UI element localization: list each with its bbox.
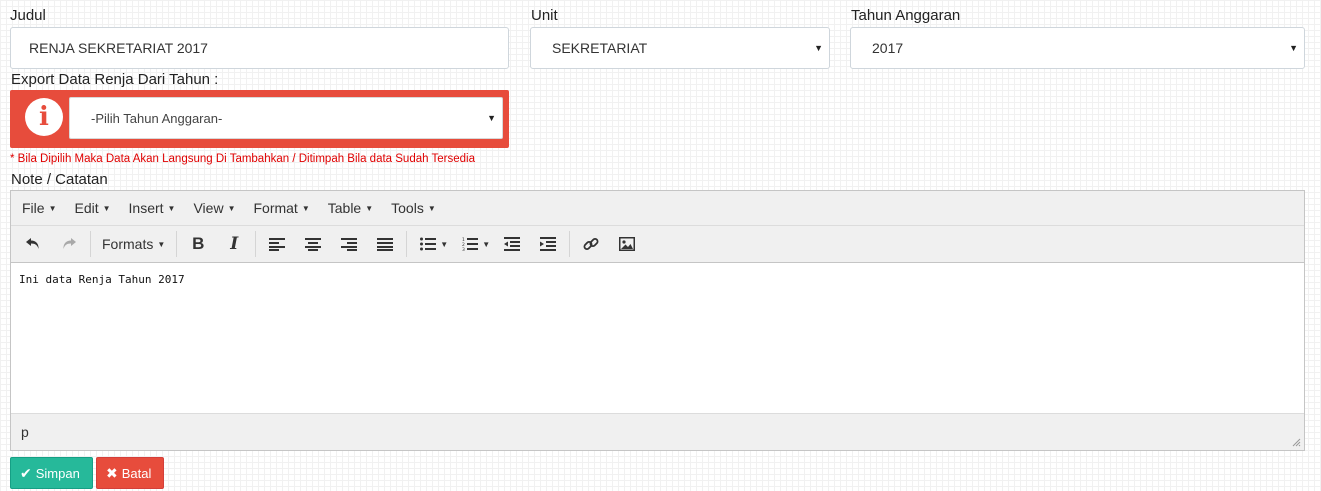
caret-down-icon: ▼ — [814, 43, 823, 53]
menu-edit[interactable]: Edit ▼ — [65, 200, 119, 216]
undo-icon — [26, 238, 39, 249]
caret-down-icon: ▼ — [48, 203, 57, 213]
note-label: Note / Catatan — [11, 171, 108, 188]
formats-dropdown[interactable]: Formats ▼ — [94, 230, 173, 258]
cancel-label: Batal — [121, 465, 152, 481]
rich-text-editor: File ▼ Edit ▼ Insert ▼ View ▼ Format ▼ Table ▼… — [10, 190, 1305, 451]
menu-view[interactable]: View ▼ — [184, 200, 244, 216]
caret-down-icon[interactable]: ▼ — [482, 240, 490, 249]
judul-value: RENJA SEKRETARIAT 2017 — [29, 40, 208, 56]
tahun-select[interactable]: 2017 ▼ — [850, 27, 1305, 69]
save-button[interactable]: ✔ Simpan — [10, 457, 93, 489]
resize-handle-icon[interactable] — [1291, 437, 1301, 447]
editor-text: Ini data Renja Tahun 2017 — [19, 273, 185, 286]
caret-down-icon[interactable]: ▼ — [440, 240, 448, 249]
toolbar-divider — [90, 231, 91, 257]
cancel-button[interactable]: ✖ Batal — [96, 457, 164, 489]
menu-file[interactable]: File ▼ — [13, 200, 65, 216]
undo-button[interactable] — [15, 230, 51, 258]
toolbar-divider — [255, 231, 257, 257]
caret-down-icon: ▼ — [167, 203, 176, 213]
editor-content[interactable]: Ini data Renja Tahun 2017 — [11, 263, 1304, 413]
editor-statusbar: p — [11, 413, 1304, 450]
caret-down-icon: ▼ — [365, 203, 374, 213]
caret-down-icon: ▼ — [427, 203, 436, 213]
menu-table[interactable]: Table ▼ — [319, 200, 382, 216]
export-label: Export Data Renja Dari Tahun : — [11, 71, 219, 88]
numbered-list-icon: 123 — [462, 237, 479, 251]
export-year-select[interactable]: -Pilih Tahun Anggaran- ▼ — [69, 97, 503, 139]
outdent-icon — [504, 237, 521, 251]
info-icon: i — [25, 98, 63, 136]
link-icon — [583, 238, 599, 250]
bold-button[interactable]: B — [180, 230, 216, 258]
element-path[interactable]: p — [21, 424, 29, 440]
align-left-button[interactable] — [259, 230, 295, 258]
insert-link-button[interactable] — [573, 230, 609, 258]
judul-label: Judul — [10, 7, 46, 24]
align-center-icon — [305, 238, 322, 251]
bold-icon: B — [192, 234, 205, 253]
align-justify-icon — [377, 238, 394, 251]
export-value: -Pilih Tahun Anggaran- — [91, 110, 223, 126]
toolbar-divider — [176, 231, 178, 257]
align-left-icon — [269, 238, 286, 251]
toolbar-divider — [569, 231, 571, 257]
save-label: Simpan — [35, 465, 80, 481]
redo-button[interactable] — [51, 230, 87, 258]
tahun-label: Tahun Anggaran — [851, 7, 961, 24]
close-icon: ✖ — [106, 464, 118, 481]
svg-text:3: 3 — [462, 247, 465, 251]
image-icon — [619, 237, 636, 251]
menu-tools[interactable]: Tools ▼ — [382, 200, 445, 216]
menu-format[interactable]: Format ▼ — [244, 200, 318, 216]
indent-button[interactable] — [530, 230, 566, 258]
align-right-icon — [341, 238, 358, 251]
export-group: i -Pilih Tahun Anggaran- ▼ — [10, 90, 509, 148]
tahun-value: 2017 — [872, 40, 904, 56]
unit-value: SEKRETARIAT — [552, 40, 648, 56]
menu-insert[interactable]: Insert ▼ — [120, 200, 185, 216]
toolbar-divider — [406, 231, 408, 257]
caret-down-icon: ▼ — [301, 203, 310, 213]
align-justify-button[interactable] — [367, 230, 403, 258]
bullet-list-icon — [420, 237, 437, 251]
italic-icon: I — [230, 234, 239, 254]
italic-button[interactable]: I — [216, 230, 252, 258]
align-right-button[interactable] — [331, 230, 367, 258]
align-center-button[interactable] — [295, 230, 331, 258]
unit-label: Unit — [531, 7, 558, 24]
check-icon: ✔ — [20, 464, 32, 481]
warning-text: * Bila Dipilih Maka Data Akan Langsung D… — [10, 153, 475, 165]
caret-down-icon: ▼ — [487, 113, 496, 123]
unit-select[interactable]: SEKRETARIAT ▼ — [530, 27, 830, 69]
caret-down-icon: ▼ — [227, 203, 236, 213]
editor-menubar: File ▼ Edit ▼ Insert ▼ View ▼ Format ▼ Table ▼… — [11, 191, 1304, 226]
editor-toolbar: Formats ▼ B I ▼ 123 ▼ — [11, 226, 1304, 263]
redo-icon — [63, 238, 76, 249]
caret-down-icon: ▼ — [102, 203, 111, 213]
outdent-button[interactable] — [494, 230, 530, 258]
caret-down-icon: ▼ — [1289, 43, 1298, 53]
caret-down-icon: ▼ — [157, 239, 166, 249]
judul-input[interactable]: RENJA SEKRETARIAT 2017 — [10, 27, 509, 69]
insert-image-button[interactable] — [609, 230, 645, 258]
indent-icon — [540, 237, 557, 251]
